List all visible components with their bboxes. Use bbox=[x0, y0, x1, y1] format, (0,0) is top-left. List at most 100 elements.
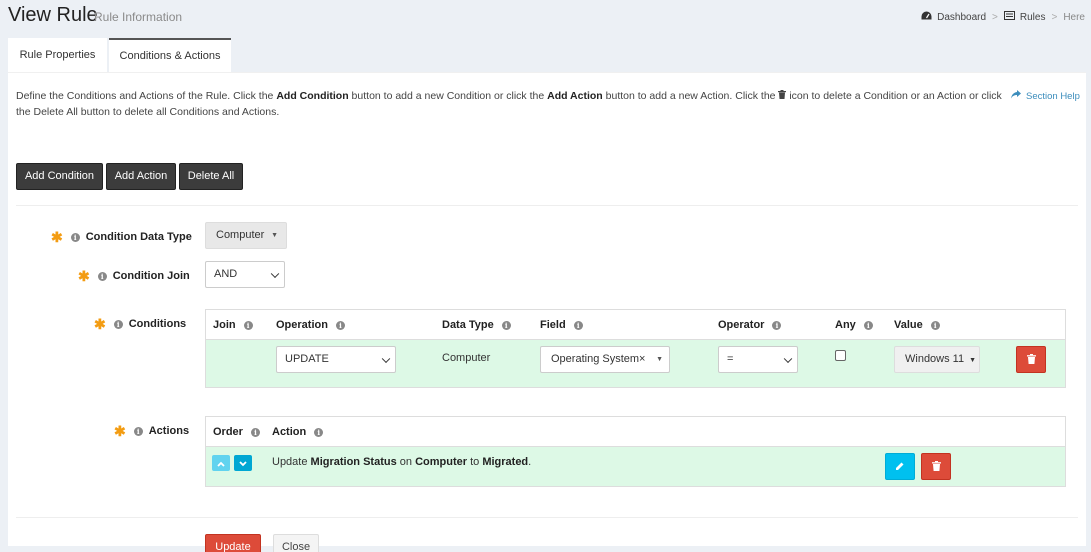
conditions-table-header: Join i Operation i Data Type i Field i Opera… bbox=[206, 310, 1065, 340]
breadcrumb-separator: > bbox=[1051, 11, 1058, 23]
pencil-icon bbox=[895, 460, 905, 474]
tab-content: Define the Conditions and Actions of the… bbox=[8, 72, 1086, 552]
column-header-text: Field bbox=[540, 319, 566, 331]
operator-select[interactable]: = bbox=[718, 346, 798, 373]
column-header-text: Order bbox=[213, 426, 243, 438]
info-icon[interactable]: i bbox=[113, 319, 123, 329]
trash-icon bbox=[1026, 353, 1036, 367]
move-up-button[interactable] bbox=[212, 455, 230, 471]
breadcrumb-separator: > bbox=[992, 11, 998, 23]
caret-down-icon: ▼ bbox=[969, 357, 977, 364]
breadcrumb-rules[interactable]: Rules bbox=[1003, 11, 1046, 23]
any-checkbox[interactable] bbox=[835, 350, 846, 361]
value-dropdown-button[interactable]: Windows 11 ▼ bbox=[894, 346, 980, 373]
column-header-text: Operation bbox=[276, 319, 328, 331]
chevron-down-icon bbox=[381, 354, 391, 363]
section-description: Define the Conditions and Actions of the… bbox=[16, 89, 1006, 120]
actions-table-header: Order i Action i bbox=[206, 417, 1065, 447]
share-icon bbox=[1011, 90, 1026, 102]
breadcrumb-dashboard-label: Dashboard bbox=[937, 11, 987, 23]
info-icon[interactable]: i bbox=[501, 320, 511, 330]
tab-bar-fill bbox=[231, 38, 1086, 72]
section-help-label: Section Help bbox=[1026, 90, 1080, 102]
tab-rule-properties[interactable]: Rule Properties bbox=[8, 38, 108, 72]
description-text: Define the Conditions and Actions of the… bbox=[16, 90, 277, 102]
column-header-data-type: Data Type i bbox=[442, 310, 511, 340]
delete-action-button[interactable] bbox=[921, 453, 951, 480]
column-header-text: Operator bbox=[718, 319, 765, 331]
delete-all-button[interactable]: Delete All bbox=[179, 163, 243, 190]
column-header-text: Join bbox=[213, 319, 236, 331]
conditions-table: Join i Operation i Data Type i Field i Opera… bbox=[205, 309, 1066, 388]
section-help-link[interactable]: Section Help bbox=[1011, 90, 1080, 102]
condition-join-text: Condition Join bbox=[112, 270, 190, 282]
field-value: Operating System bbox=[551, 353, 640, 365]
column-header-text: Data Type bbox=[442, 319, 494, 331]
breadcrumb-current: Here bbox=[1063, 11, 1085, 23]
info-icon[interactable]: i bbox=[930, 320, 940, 330]
conditions-label: ✱ i Conditions bbox=[94, 317, 186, 331]
chevron-down-icon bbox=[270, 269, 280, 278]
action-text: . bbox=[528, 456, 532, 468]
action-text: on bbox=[396, 456, 416, 468]
action-row: Update Migration Status on Computer to M… bbox=[206, 447, 1065, 486]
page-header: View Rule Rule Information Dashboard > R… bbox=[0, 0, 1091, 36]
column-header-text: Value bbox=[894, 319, 923, 331]
action-value: Migrated bbox=[482, 456, 529, 468]
info-icon[interactable]: i bbox=[243, 320, 253, 330]
move-down-button[interactable] bbox=[234, 455, 252, 471]
column-header-field: Field i bbox=[540, 310, 583, 340]
tab-conditions-actions[interactable]: Conditions & Actions bbox=[109, 38, 231, 72]
edit-action-button[interactable] bbox=[885, 453, 915, 480]
required-asterisk-icon: ✱ bbox=[94, 316, 106, 332]
info-icon[interactable]: i bbox=[863, 320, 873, 330]
required-asterisk-icon: ✱ bbox=[51, 229, 63, 245]
info-icon[interactable]: i bbox=[335, 320, 345, 330]
column-header-order: Order i bbox=[213, 417, 260, 447]
add-action-button[interactable]: Add Action bbox=[106, 163, 176, 190]
breadcrumb: Dashboard > Rules > Here bbox=[921, 11, 1085, 23]
column-header-value: Value i bbox=[894, 310, 940, 340]
chevron-down-icon bbox=[239, 456, 247, 470]
data-type-value: Computer bbox=[442, 352, 491, 364]
condition-join-select[interactable]: AND bbox=[205, 261, 285, 288]
field-select[interactable]: Operating System × ▼ bbox=[540, 346, 670, 373]
column-header-operation: Operation i bbox=[276, 310, 345, 340]
column-header-operator: Operator i bbox=[718, 310, 782, 340]
required-asterisk-icon: ✱ bbox=[114, 423, 126, 439]
action-target: Computer bbox=[415, 456, 468, 468]
condition-join-value: AND bbox=[214, 268, 238, 280]
breadcrumb-rules-label: Rules bbox=[1019, 11, 1046, 23]
value-text: Windows 11 bbox=[905, 353, 965, 365]
action-text: to bbox=[467, 456, 483, 468]
info-icon[interactable]: i bbox=[314, 427, 324, 437]
add-condition-button[interactable]: Add Condition bbox=[16, 163, 103, 190]
page-title: View Rule bbox=[8, 4, 98, 26]
condition-data-type-value: Computer bbox=[216, 229, 265, 241]
info-icon[interactable]: i bbox=[772, 320, 782, 330]
description-bold: Add Condition bbox=[276, 90, 349, 102]
description-text: button to add a new Action. Click the bbox=[602, 90, 779, 102]
operation-select[interactable]: UPDATE bbox=[276, 346, 396, 373]
chevron-down-icon bbox=[783, 354, 793, 363]
info-icon[interactable]: i bbox=[133, 426, 143, 436]
update-button[interactable]: Update bbox=[205, 534, 261, 552]
actions-label: ✱ i Actions bbox=[114, 424, 189, 438]
column-header-action: Action i bbox=[272, 417, 324, 447]
action-field: Migration Status bbox=[310, 456, 397, 468]
close-button[interactable]: Close bbox=[273, 534, 319, 552]
required-asterisk-icon: ✱ bbox=[78, 268, 90, 284]
info-icon[interactable]: i bbox=[70, 232, 80, 242]
condition-join-label: ✱ i Condition Join bbox=[78, 269, 190, 283]
info-icon[interactable]: i bbox=[250, 427, 260, 437]
clear-icon[interactable]: × bbox=[639, 347, 645, 372]
caret-down-icon: ▼ bbox=[656, 356, 663, 363]
info-icon[interactable]: i bbox=[97, 271, 107, 281]
condition-data-type-text: Condition Data Type bbox=[85, 231, 192, 243]
delete-condition-button[interactable] bbox=[1016, 346, 1046, 373]
actions-table: Order i Action i Update Migration Status o… bbox=[205, 416, 1066, 487]
divider bbox=[16, 205, 1078, 206]
info-icon[interactable]: i bbox=[573, 320, 583, 330]
actions-text: Actions bbox=[148, 425, 190, 437]
breadcrumb-dashboard[interactable]: Dashboard bbox=[921, 11, 986, 23]
